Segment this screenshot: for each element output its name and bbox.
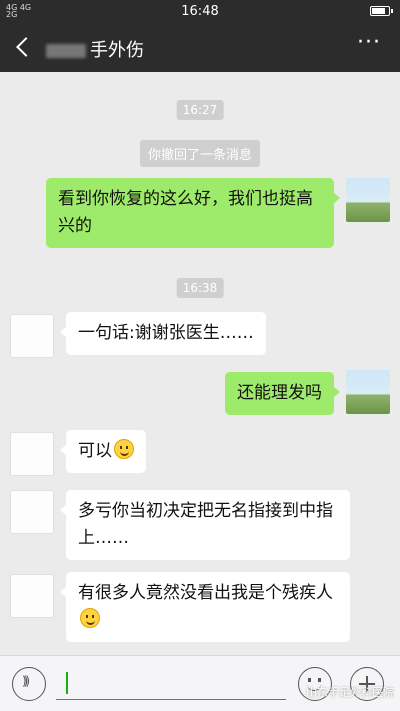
watermark: 山东手足外科医院 xyxy=(306,686,394,699)
message-text: 一句话:谢谢张医生…… xyxy=(78,323,254,343)
status-bar: 4G 4G 2G 16:48 xyxy=(0,0,400,22)
system-message: 你撤回了一条消息 xyxy=(139,140,261,167)
contact-avatar[interactable] xyxy=(10,314,54,358)
chat-title-text: 手外伤 xyxy=(90,40,144,61)
chat-title: 手外伤 xyxy=(46,36,144,62)
outgoing-message[interactable]: 看到你恢复的这么好，我们也挺高兴的 xyxy=(46,178,340,248)
incoming-message[interactable]: 可以 xyxy=(60,430,146,473)
grin-emoji-icon xyxy=(80,608,100,628)
incoming-message[interactable]: 多亏你当初决定把无名指接到中指上…… xyxy=(60,490,350,560)
more-options-icon[interactable]: ··· xyxy=(354,32,384,58)
message-text: 可以 xyxy=(78,441,112,461)
back-chevron-icon[interactable] xyxy=(10,32,38,62)
outgoing-message[interactable]: 还能理发吗 xyxy=(225,372,340,415)
voice-input-icon[interactable] xyxy=(12,667,46,701)
timestamp: 16:38 xyxy=(176,278,224,298)
incoming-message[interactable]: 一句话:谢谢张医生…… xyxy=(60,312,266,355)
timestamp: 16:27 xyxy=(176,100,224,120)
battery-level xyxy=(372,8,385,14)
message-text: 还能理发吗 xyxy=(237,383,322,403)
redacted-name xyxy=(46,44,86,58)
contact-avatar[interactable] xyxy=(10,574,54,618)
message-list[interactable]: 16:27 你撤回了一条消息 看到你恢复的这么好，我们也挺高兴的 16:38 一… xyxy=(0,72,400,655)
contact-avatar[interactable] xyxy=(10,490,54,534)
my-avatar[interactable] xyxy=(346,370,390,414)
smile-emoji-icon xyxy=(114,439,134,459)
my-avatar[interactable] xyxy=(346,178,390,222)
input-bar: 山东手足外科医院 xyxy=(0,655,400,711)
contact-avatar[interactable] xyxy=(10,432,54,476)
chat-header: 手外伤 ··· xyxy=(0,22,400,72)
battery-icon xyxy=(370,6,393,16)
incoming-message[interactable]: 有很多人竟然没看出我是个残疾人 xyxy=(60,572,350,642)
status-time: 16:48 xyxy=(181,4,219,19)
message-text: 看到你恢复的这么好，我们也挺高兴的 xyxy=(58,189,313,236)
text-cursor xyxy=(66,672,68,694)
message-input[interactable] xyxy=(56,668,286,700)
message-text: 有很多人竟然没看出我是个残疾人 xyxy=(78,583,333,603)
message-text: 多亏你当初决定把无名指接到中指上…… xyxy=(78,501,333,548)
